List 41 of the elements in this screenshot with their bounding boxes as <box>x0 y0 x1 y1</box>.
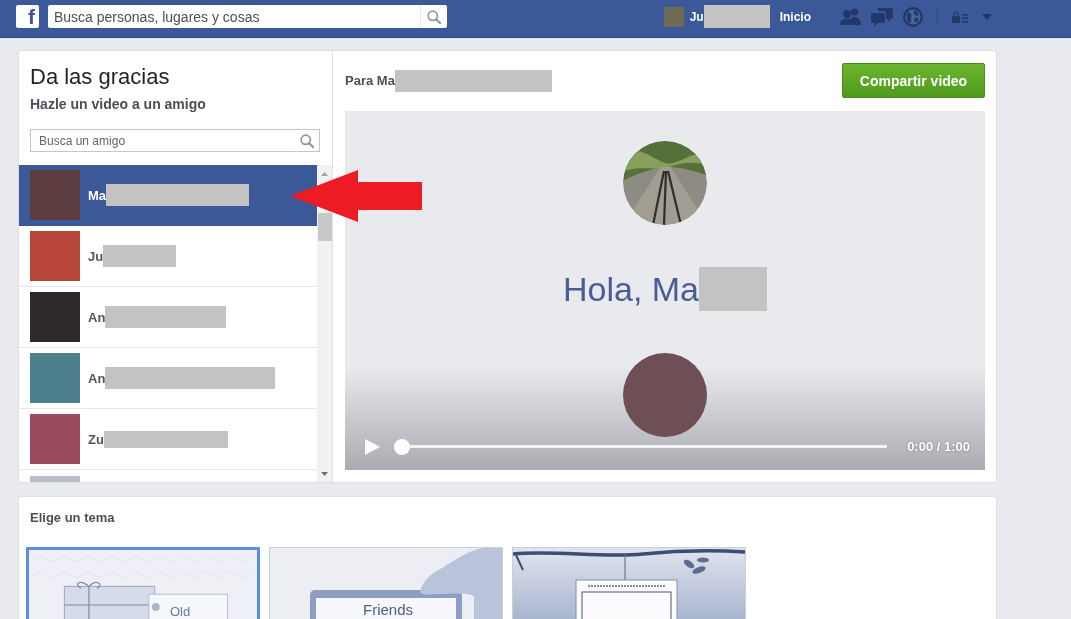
globe-icon[interactable] <box>903 6 923 27</box>
video-player[interactable]: Hola, Ma 0:00 / 1:00 <box>345 111 985 470</box>
recipient-label: Para Ma <box>345 72 395 89</box>
search-button[interactable] <box>420 5 447 28</box>
friend-row[interactable]: An <box>19 348 317 409</box>
scroll-down-icon[interactable] <box>321 472 328 476</box>
friend-row[interactable]: Ma <box>19 165 317 226</box>
avatar-placeholder[interactable] <box>663 6 684 27</box>
caret-icon[interactable] <box>982 13 992 20</box>
avatar-placeholder <box>30 170 80 220</box>
friend-row[interactable]: An <box>19 287 317 348</box>
home-link[interactable]: Inicio <box>779 8 811 25</box>
lock-icon[interactable] <box>952 10 968 23</box>
search-icon <box>427 9 441 24</box>
time-text: 0:00 / 1:00 <box>907 439 970 455</box>
greeting-text: Hola, Ma <box>562 269 700 310</box>
friends-icon[interactable] <box>840 8 861 25</box>
play-icon[interactable] <box>365 439 380 455</box>
friend-row[interactable]: Ju <box>19 226 317 287</box>
messages-icon[interactable] <box>871 7 893 26</box>
panel-title: Da las gracias <box>30 64 171 90</box>
scrollbar[interactable] <box>317 165 332 482</box>
theme-thumbnail[interactable] <box>512 547 746 619</box>
avatar-placeholder <box>30 353 80 403</box>
scroll-up-icon[interactable] <box>321 172 328 176</box>
search-icon[interactable] <box>300 134 314 148</box>
avatar-placeholder <box>30 476 80 482</box>
scrollbar-thumb[interactable] <box>317 213 332 241</box>
theme-thumbnail[interactable]: Friends <box>269 547 503 619</box>
friend-search-field[interactable]: Busca un amigo <box>30 129 320 152</box>
friend-row[interactable]: Zu <box>19 409 317 470</box>
progress-thumb[interactable] <box>394 439 410 455</box>
panel-subtitle: Hazle un video a un amigo <box>30 95 207 113</box>
theme-thumbnail[interactable]: Old <box>26 547 260 619</box>
avatar-placeholder <box>30 292 80 342</box>
avatar-placeholder <box>30 414 80 464</box>
avatar-placeholder <box>30 231 80 281</box>
logo[interactable]: f <box>16 5 39 28</box>
section-title: Elige un tema <box>30 510 116 526</box>
profile-link[interactable]: Ju <box>689 8 704 25</box>
search-field[interactable]: Busca personas, lugares y cosas <box>48 5 420 28</box>
